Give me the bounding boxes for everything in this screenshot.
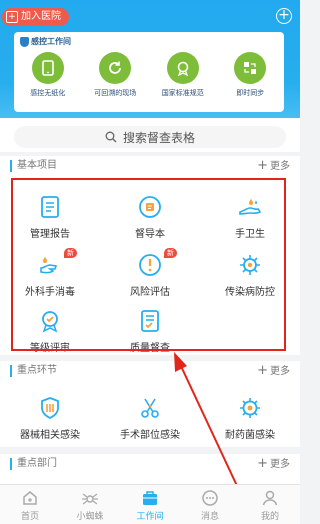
grid-item-device-infection[interactable]: 器械相关感染 xyxy=(0,395,100,441)
grid-item-level-review[interactable]: 等级评审 xyxy=(0,308,100,354)
shield-icon xyxy=(20,36,29,47)
report-icon xyxy=(37,194,63,220)
banner-features: 感控无纸化 可回溯的现场 国家标准规范 即时同步 xyxy=(14,52,284,98)
tab-bar: 首页 小蜘蛛 工作间 消息 我的 xyxy=(0,484,300,524)
user-icon xyxy=(262,490,278,506)
section-basic: 基本项目 + 更多 管理报告 督导本 手卫生 新 外科手消毒 新 风险评估 传染… xyxy=(0,156,300,355)
feature-standard: 国家标准规范 xyxy=(151,52,215,98)
risk-icon: 新 xyxy=(137,248,177,278)
search-bar-container: 搜索督查表格 xyxy=(0,118,300,152)
grid-item-label: 器械相关感染 xyxy=(20,430,80,441)
tab-workspace[interactable]: 工作间 xyxy=(120,485,180,524)
sync-icon xyxy=(234,52,267,84)
virus-icon xyxy=(237,252,263,278)
search-input[interactable]: 搜索督查表格 xyxy=(14,126,286,148)
grid-item-drug-resistant[interactable]: 耐药菌感染 xyxy=(200,395,300,441)
grid-item-surgical-site[interactable]: 手术部位感染 xyxy=(100,395,200,441)
grid-item-label: 督导本 xyxy=(135,229,165,240)
grid-item-label: 手卫生 xyxy=(235,229,265,240)
grid-item-quality-inspection[interactable]: 质量督查 xyxy=(100,308,200,354)
join-hospital-label: 加入医院 xyxy=(21,11,61,22)
feature-label: 感控无纸化 xyxy=(30,89,66,97)
grid-item-label: 传染病防控 xyxy=(225,287,275,298)
join-hospital-button[interactable]: + 加入医院 xyxy=(2,8,69,26)
bacteria-icon xyxy=(237,395,263,421)
more-link[interactable]: + 更多 xyxy=(257,159,290,173)
tab-label: 首页 xyxy=(20,512,39,522)
grid-item-label: 手术部位感染 xyxy=(120,430,180,441)
rosette-icon xyxy=(166,52,199,84)
grid-item-risk-assessment[interactable]: 新 风险评估 xyxy=(100,248,200,298)
surgery-tools-icon xyxy=(137,395,163,421)
grid-item-label: 风险评估 xyxy=(130,287,170,298)
section-title: 重点部门 xyxy=(10,458,57,470)
grid-item-supervision-book[interactable]: 督导本 xyxy=(100,194,200,240)
grid-item-label: 耐药菌感染 xyxy=(225,430,275,441)
add-icon[interactable]: + xyxy=(276,8,292,24)
section-title: 重点环节 xyxy=(10,365,57,377)
feature-label: 即时同步 xyxy=(236,89,265,97)
hospital-icon: + xyxy=(6,11,18,23)
grid-item-label: 等级评审 xyxy=(30,343,70,354)
more-link[interactable]: + 更多 xyxy=(257,457,290,471)
grid-item-infectious-disease[interactable]: 传染病防控 xyxy=(200,252,300,298)
notebook-icon xyxy=(137,194,163,220)
grid-item-label: 管理报告 xyxy=(30,229,70,240)
feature-label: 国家标准规范 xyxy=(161,89,204,97)
feature-traceable: 可回溯的现场 xyxy=(83,52,147,98)
home-icon xyxy=(23,491,37,505)
device-icon xyxy=(37,395,63,421)
tab-label: 我的 xyxy=(260,512,279,522)
tab-label: 消息 xyxy=(200,512,219,522)
more-link[interactable]: + 更多 xyxy=(257,364,290,378)
hand-wash-icon xyxy=(237,194,263,220)
tab-messages[interactable]: 消息 xyxy=(180,485,240,524)
section-key-links: 重点环节 + 更多 器械相关感染 手术部位感染 耐药菌感染 xyxy=(0,361,300,447)
search-placeholder: 搜索督查表格 xyxy=(122,130,195,145)
level-icon xyxy=(37,308,63,334)
tab-label: 小蜘蛛 xyxy=(76,512,104,522)
new-badge: 新 xyxy=(64,248,77,258)
tab-spider[interactable]: 小蜘蛛 xyxy=(60,485,120,524)
tab-label: 工作间 xyxy=(136,512,164,522)
tablet-icon xyxy=(31,52,64,84)
message-icon xyxy=(202,490,218,506)
feature-sync: 即时同步 xyxy=(218,52,282,98)
section-title: 基本项目 xyxy=(10,160,57,172)
workspace-icon xyxy=(143,491,157,505)
grid-item-label: 外科手消毒 xyxy=(25,287,75,298)
refresh-icon xyxy=(99,52,132,84)
tab-profile[interactable]: 我的 xyxy=(240,485,300,524)
surgical-hand-icon: 新 xyxy=(37,248,77,278)
grid-item-hand-hygiene[interactable]: 手卫生 xyxy=(200,194,300,240)
banner-brand-text: 感控工作间 xyxy=(31,37,71,46)
grid-item-label: 质量督查 xyxy=(130,343,170,354)
feature-label: 可回溯的现场 xyxy=(94,89,137,97)
spider-icon xyxy=(82,493,98,505)
feature-paperless: 感控无纸化 xyxy=(16,52,80,98)
search-icon xyxy=(105,131,117,143)
quality-icon xyxy=(137,308,163,334)
banner-brand: 感控工作间 xyxy=(20,36,71,47)
tab-home[interactable]: 首页 xyxy=(0,485,60,524)
grid-item-management-report[interactable]: 管理报告 xyxy=(0,194,100,240)
section-key-depts: 重点部门 + 更多 xyxy=(0,454,300,484)
grid-item-surgical-hand[interactable]: 新 外科手消毒 xyxy=(0,248,100,298)
new-badge: 新 xyxy=(164,248,177,258)
banner[interactable]: 感控工作间 感控无纸化 可回溯的现场 国家标准规范 即时同步 xyxy=(14,32,284,112)
header: + 加入医院 + 感控工作间 感控无纸化 可回溯的现场 国家标准规范 即时同步 xyxy=(0,0,300,118)
